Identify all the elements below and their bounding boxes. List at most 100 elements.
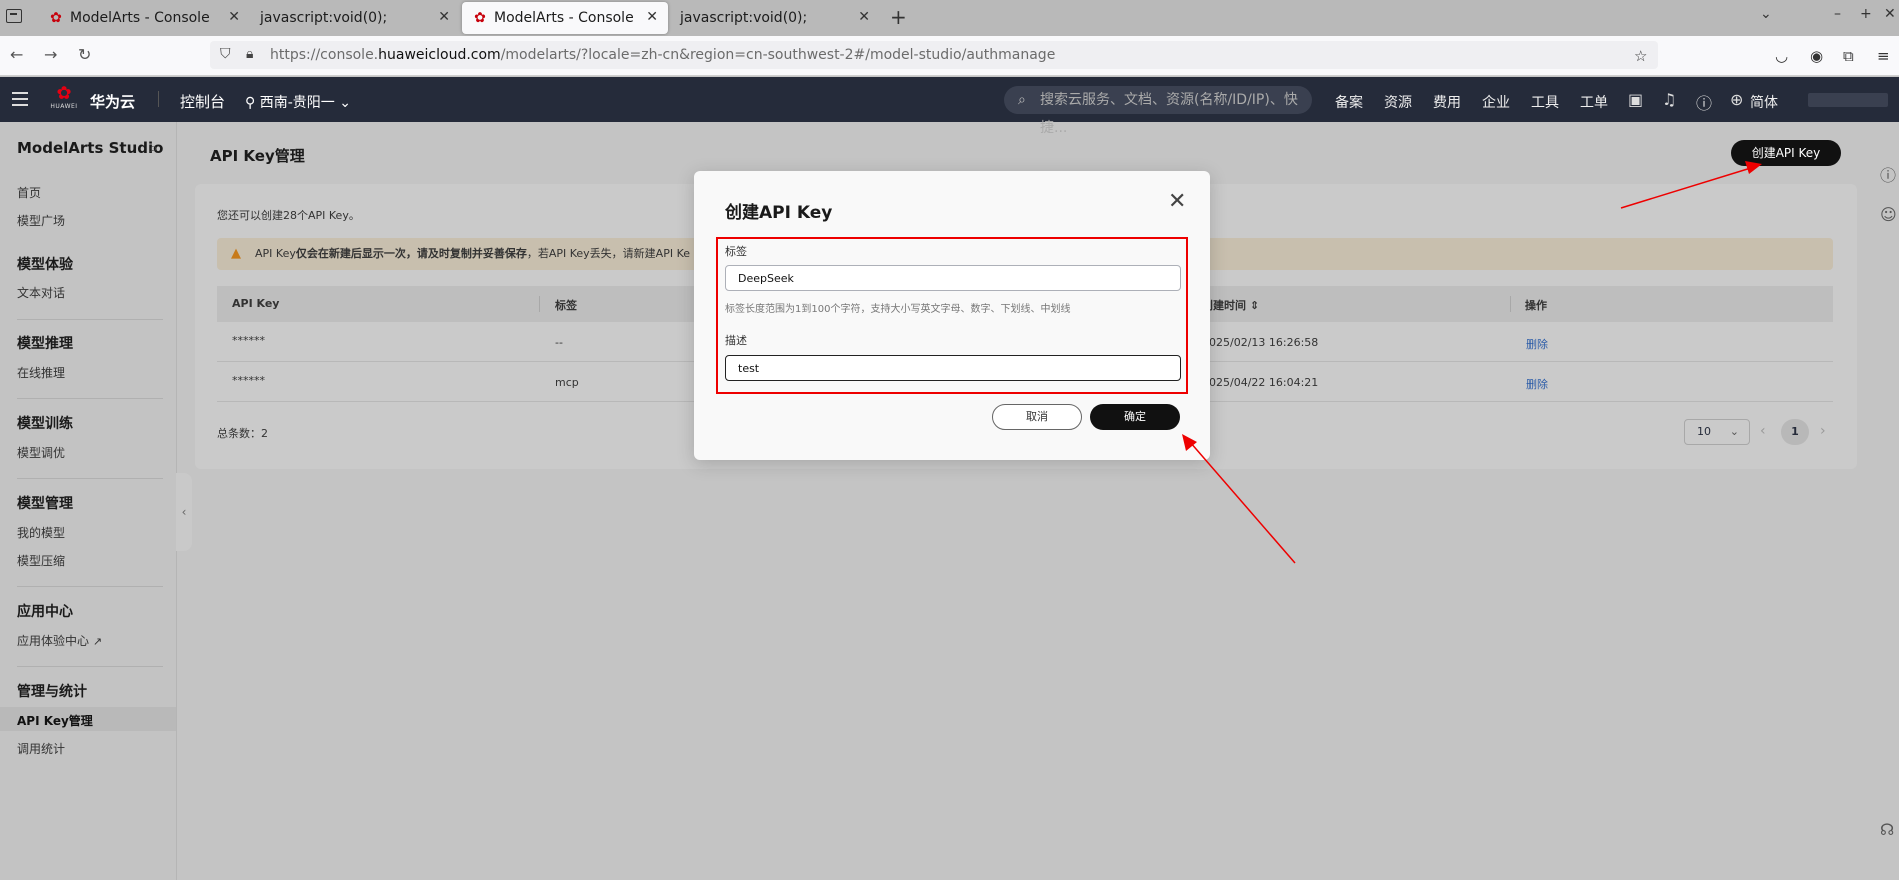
new-tab-icon[interactable]: +	[890, 5, 907, 29]
cell-tag: mcp	[555, 376, 579, 389]
sidebar-group-app-center: 应用中心	[17, 604, 73, 620]
nav-tools[interactable]: 工具	[1531, 92, 1559, 112]
nav-enterprise[interactable]: 企业	[1482, 92, 1510, 112]
sidebar-item-my-models[interactable]: 我的模型	[17, 524, 65, 541]
location-pin-icon: ⚲	[245, 95, 256, 111]
sidebar-group-model-mgmt: 模型管理	[17, 496, 73, 512]
cell-api-key: ******	[232, 334, 265, 347]
huawei-logo[interactable]: ✿ HUAWEI	[50, 85, 78, 115]
browser-tab-bar: ✿ ModelArts - Console ✕ javascript:void(…	[0, 0, 1899, 36]
pocket-icon[interactable]: ◡	[1775, 47, 1788, 65]
quota-text: 您还可以创建28个API Key。	[217, 209, 360, 222]
global-search-input[interactable]: ⌕ 搜索云服务、文档、资源(名称/ID/IP)、快捷...	[1004, 86, 1312, 136]
terminal-icon[interactable]: ▣	[1628, 90, 1643, 109]
tab-list-icon[interactable]	[6, 9, 22, 23]
browser-tab-3[interactable]: ✿ ModelArts - Console ✕	[462, 2, 668, 34]
warning-icon: ▲	[231, 246, 241, 261]
close-icon[interactable]: ✕	[858, 9, 870, 25]
sidebar-item-online-inference[interactable]: 在线推理	[17, 364, 65, 381]
help-icon[interactable]: ⓘ	[1696, 90, 1712, 114]
sidebar-collapse-button[interactable]: ‹	[176, 473, 192, 551]
warning-prefix: API Key	[255, 247, 296, 260]
nav-billing[interactable]: 费用	[1433, 92, 1461, 112]
bookmark-star-icon[interactable]: ☆	[1634, 47, 1647, 65]
close-icon[interactable]: ✕	[438, 9, 450, 25]
chevron-down-icon: ⌄	[1729, 425, 1739, 438]
console-link[interactable]: 控制台	[180, 91, 225, 112]
browser-tab-1[interactable]: ✿ ModelArts - Console ✕	[38, 2, 250, 34]
url-field[interactable]: https://console. huaweicloud.com/modelart…	[210, 41, 1658, 69]
browser-tab-4[interactable]: javascript:void(0); ✕	[670, 2, 880, 34]
cancel-button[interactable]: 取消	[992, 404, 1082, 430]
sidebar-group-experience: 模型体验	[17, 257, 73, 273]
sidebar-item-text-chat[interactable]: 文本对话	[17, 284, 65, 301]
url-prefix: https://console.	[270, 47, 379, 63]
headset-icon[interactable]: ☊	[1880, 820, 1894, 839]
user-account[interactable]	[1808, 93, 1888, 107]
nav-resources[interactable]: 资源	[1384, 92, 1412, 112]
bell-icon[interactable]: ♫	[1662, 90, 1676, 109]
close-icon[interactable]: ✕	[646, 9, 658, 25]
column-created[interactable]: 创建时间 ⇕	[1202, 297, 1259, 313]
warning-suffix: ，若API Key丢失，请新建API Ke	[526, 247, 691, 260]
huawei-icon: ✿	[50, 10, 62, 26]
sidebar-item-app-experience[interactable]: 应用体验中心 ↗	[17, 632, 102, 649]
dialog-title: 创建API Key	[725, 203, 833, 223]
sidebar-item-model-square[interactable]: 模型广场	[17, 212, 65, 229]
sidebar-group-management: 管理与统计	[17, 684, 87, 700]
maximize-icon[interactable]: +	[1860, 6, 1872, 22]
close-icon[interactable]: ✕	[228, 9, 240, 25]
help-icon[interactable]: ⓘ	[1880, 162, 1896, 186]
sidebar-item-home[interactable]: 首页	[17, 184, 41, 201]
search-icon[interactable]: ⌕	[149, 138, 158, 158]
create-api-key-button[interactable]: 创建API Key	[1731, 140, 1841, 166]
nav-tickets[interactable]: 工单	[1580, 92, 1608, 112]
nav-beian[interactable]: 备案	[1335, 92, 1363, 112]
menu-icon[interactable]: ≡	[1877, 47, 1890, 65]
hamburger-menu-icon[interactable]	[12, 92, 28, 106]
sidebar-item-tuning[interactable]: 模型调优	[17, 444, 65, 461]
delete-link[interactable]: 删除	[1526, 376, 1548, 392]
sidebar-divider	[17, 398, 163, 399]
external-link-icon: ↗	[92, 635, 103, 648]
page-title: API Key管理	[210, 147, 305, 165]
sidebar-item-compression[interactable]: 模型压缩	[17, 552, 65, 569]
column-divider	[539, 296, 540, 312]
account-icon[interactable]: ◉	[1810, 47, 1823, 65]
create-api-key-dialog: 创建API Key ✕ 标签 标签长度范围为1到100个字符，支持大小写英文字母…	[694, 171, 1210, 460]
prev-page-icon[interactable]: ‹	[1760, 423, 1766, 439]
close-icon[interactable]: ✕	[1168, 191, 1186, 213]
column-divider	[1510, 296, 1511, 312]
browser-tab-2[interactable]: javascript:void(0); ✕	[250, 2, 460, 34]
search-icon: ⌕	[1018, 92, 1026, 108]
sidebar: ModelArts Studio ⌕ 首页 模型广场 模型体验 文本对话 模型推…	[0, 122, 177, 880]
sidebar-title: ModelArts Studio	[17, 139, 164, 157]
cell-created: 2025/02/13 16:26:58	[1202, 336, 1319, 349]
description-input[interactable]	[725, 355, 1181, 381]
page-size-value: 10	[1697, 425, 1711, 438]
brand-name[interactable]: 华为云	[90, 91, 135, 112]
globe-icon[interactable]: ⊕	[1730, 90, 1743, 109]
region-selector[interactable]: ⚲ 西南-贵阳一 ⌄	[245, 92, 351, 112]
minimize-icon[interactable]: –	[1834, 6, 1841, 22]
column-api-key: API Key	[232, 297, 280, 310]
smiley-icon[interactable]: ☺	[1880, 205, 1897, 224]
chevron-down-icon[interactable]: ⌄	[1760, 6, 1772, 22]
shield-icon[interactable]: ⛉	[220, 46, 231, 62]
close-window-icon[interactable]: ✕	[1884, 6, 1896, 22]
reload-icon[interactable]: ↻	[78, 45, 91, 64]
tab-title: ModelArts - Console	[494, 10, 634, 26]
next-page-icon[interactable]: ›	[1820, 423, 1826, 439]
sidebar-item-usage-stats[interactable]: 调用统计	[17, 740, 65, 757]
language-switch[interactable]: 简体	[1750, 92, 1778, 112]
delete-link[interactable]: 删除	[1526, 336, 1548, 352]
page-size-select[interactable]: 10 ⌄	[1684, 419, 1750, 445]
sidebar-item-api-key[interactable]: API Key管理	[17, 712, 93, 729]
forward-icon[interactable]: →	[44, 45, 57, 64]
lock-icon[interactable]: 🔒︎	[246, 46, 253, 62]
tag-input[interactable]	[725, 265, 1181, 291]
page-number[interactable]: 1	[1781, 419, 1809, 445]
extensions-icon[interactable]: ⧉	[1843, 47, 1854, 65]
confirm-button[interactable]: 确定	[1090, 404, 1180, 430]
back-icon[interactable]: ←	[10, 45, 23, 64]
